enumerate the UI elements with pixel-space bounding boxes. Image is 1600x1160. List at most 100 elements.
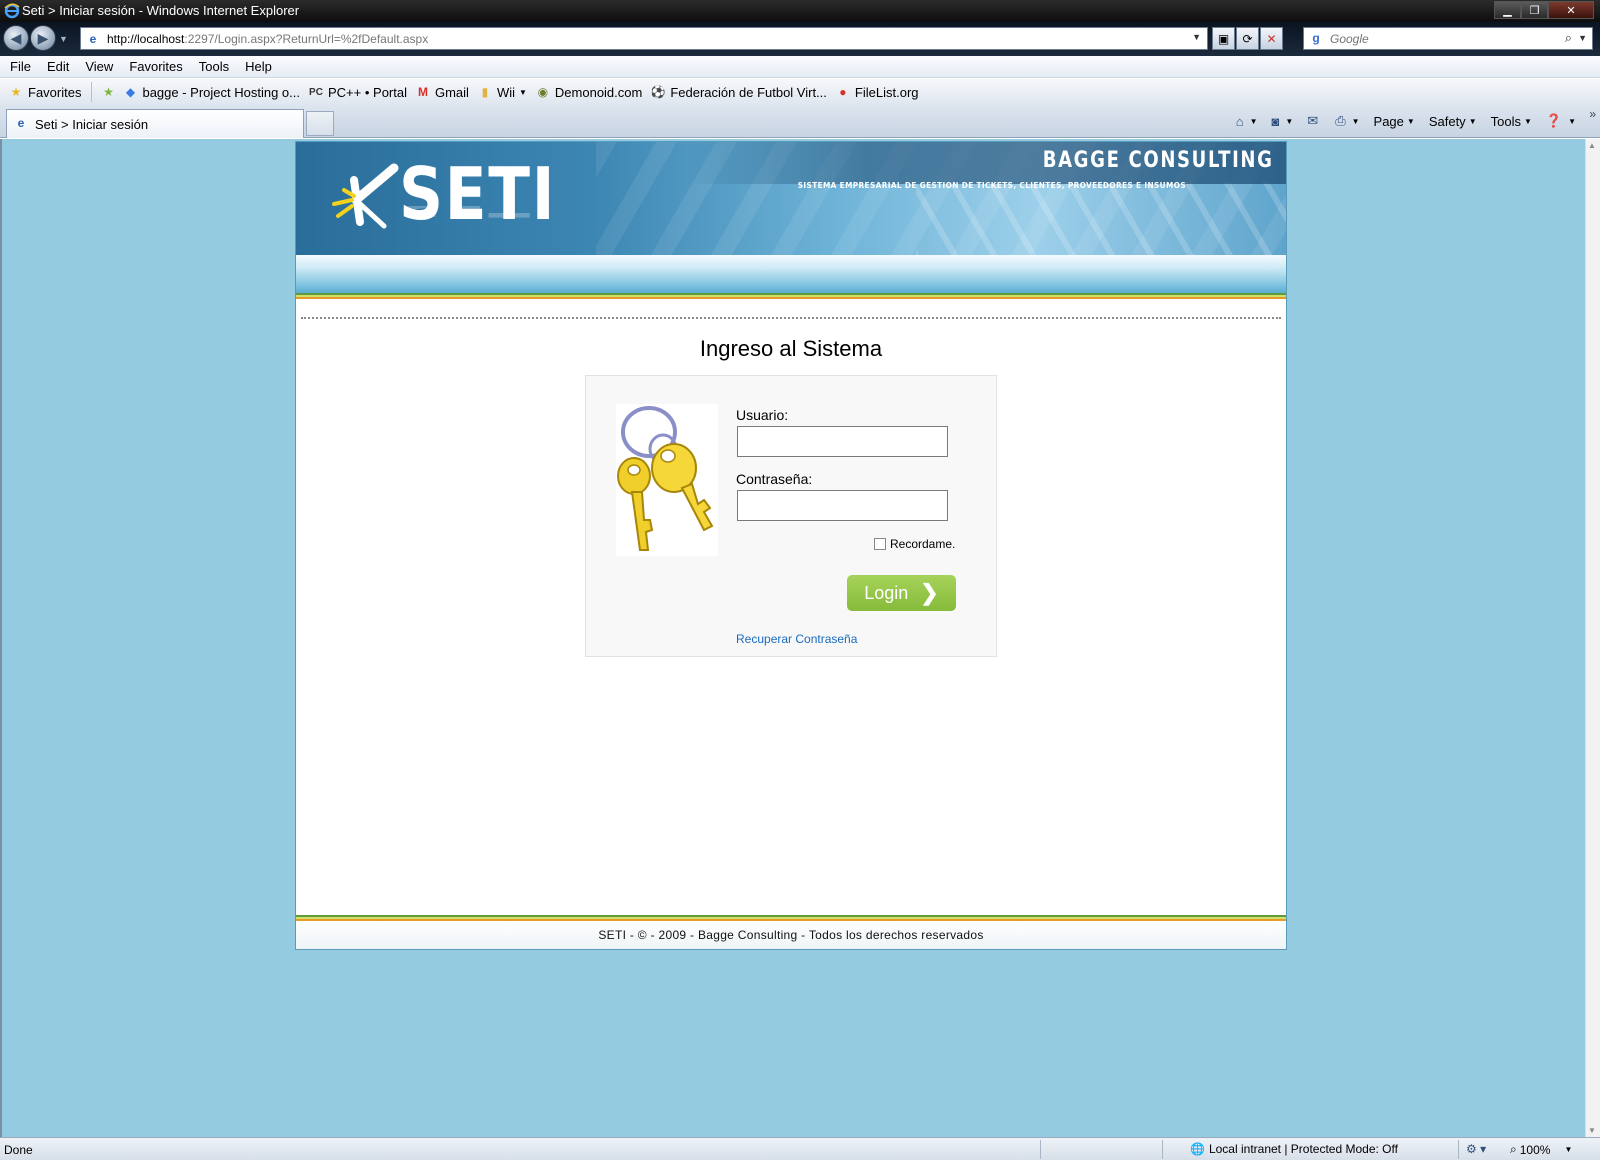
scroll-down-icon[interactable]: ▼: [1588, 1126, 1596, 1135]
google-code-icon: ◆: [125, 85, 136, 99]
menu-bar: File Edit View Favorites Tools Help: [0, 56, 1600, 78]
favorite-link-demonoid[interactable]: ◉ Demonoid.com: [535, 84, 643, 100]
password-input[interactable]: [737, 490, 948, 521]
home-button[interactable]: ⌂ ▼: [1236, 114, 1258, 129]
help-icon: ❓: [1545, 113, 1563, 128]
tools-menu-button[interactable]: Tools ▼: [1491, 114, 1532, 129]
window-title-bar: Seti > Iniciar sesión - Windows Internet…: [0, 0, 1600, 22]
favorite-link-filelist[interactable]: ● FileList.org: [835, 84, 918, 100]
keys-icon: [616, 404, 718, 556]
favorite-link-pc[interactable]: PC PC++ • Portal: [308, 84, 407, 100]
zoom-level[interactable]: ⌕ 100% ▼: [1510, 1142, 1572, 1157]
tab-row: e Seti > Iniciar sesión ⌂ ▼ ◙ ▼ ✉ ⎙ ▼ Page ▼…: [0, 105, 1600, 138]
favorite-link-gmail[interactable]: M Gmail: [415, 84, 469, 100]
search-options-dropdown-icon[interactable]: ▼: [1578, 33, 1587, 43]
minimize-button[interactable]: ▁: [1494, 1, 1521, 19]
username-input[interactable]: [737, 426, 948, 457]
status-bar: Done 🌐 Local intranet | Protected Mode: …: [0, 1137, 1600, 1160]
remember-me-label: Recordame.: [890, 537, 956, 551]
menu-tools[interactable]: Tools: [199, 59, 229, 74]
address-row: ◀ ▶ ▼ e http://localhost:2297/Login.aspx…: [0, 22, 1600, 56]
chevron-down-icon: ▼: [1351, 116, 1360, 126]
favorites-button[interactable]: ★ Favorites: [8, 84, 82, 100]
scroll-up-icon[interactable]: ▲: [1588, 141, 1596, 150]
page-icon: e: [17, 116, 25, 130]
safety-menu-button[interactable]: Safety ▼: [1429, 114, 1477, 129]
menu-help[interactable]: Help: [245, 59, 272, 74]
address-bar[interactable]: e http://localhost:2297/Login.aspx?Retur…: [80, 27, 1208, 50]
username-label: Usuario:: [736, 407, 789, 423]
stop-button[interactable]: ✕: [1260, 27, 1283, 50]
search-box[interactable]: g ⌕ ▼: [1303, 27, 1593, 50]
new-tab-button[interactable]: [306, 111, 334, 136]
menu-favorites[interactable]: Favorites: [129, 59, 182, 74]
chevron-down-icon: ▼: [1564, 1145, 1573, 1154]
chevron-down-icon: ▼: [1406, 116, 1415, 126]
divider: [1162, 1140, 1163, 1159]
security-zone[interactable]: 🌐 Local intranet | Protected Mode: Off: [1190, 1142, 1398, 1156]
recover-password-link[interactable]: Recuperar Contraseña: [736, 632, 857, 646]
search-icon[interactable]: ⌕: [1565, 30, 1572, 46]
favorites-bar: ★ Favorites ★ ◆ bagge - Project Hosting …: [0, 79, 1600, 105]
vertical-scrollbar[interactable]: ▲ ▼: [1585, 139, 1600, 1137]
forward-button[interactable]: ▶: [30, 25, 56, 51]
remember-me-checkbox[interactable]: [874, 538, 886, 550]
favorite-label: Federación de Futbol Virt...: [670, 84, 827, 100]
tab-label: Seti > Iniciar sesión: [35, 116, 149, 132]
back-button[interactable]: ◀: [3, 25, 29, 51]
star-icon: ★: [10, 85, 22, 99]
recent-pages-dropdown[interactable]: ▼: [59, 34, 68, 44]
maximize-button[interactable]: ❐: [1521, 1, 1548, 19]
address-dropdown-icon[interactable]: ▼: [1192, 32, 1201, 42]
password-label: Contraseña:: [736, 471, 813, 487]
favorite-link-bagge[interactable]: ◆ bagge - Project Hosting o...: [122, 84, 300, 100]
header-stripe: [296, 293, 1286, 299]
filelist-icon: ●: [839, 85, 847, 99]
menu-edit[interactable]: Edit: [47, 59, 69, 74]
menu-file[interactable]: File: [10, 59, 31, 74]
navigation-band: [296, 255, 1286, 293]
divider: [301, 317, 1281, 319]
page-icon: e: [89, 31, 97, 46]
chevron-down-icon: ▼: [1285, 116, 1294, 126]
favorite-label: Demonoid.com: [554, 84, 643, 100]
rss-feed-icon: ◙: [1271, 113, 1280, 129]
favorite-folder-wii[interactable]: ▮ Wii ▼: [477, 84, 527, 100]
tagline: SISTEMA EMPRESARIAL DE GESTION DE TICKET…: [797, 181, 1186, 190]
status-text: Done: [4, 1143, 33, 1157]
login-button-label: Login: [864, 582, 909, 603]
print-button[interactable]: ⎙ ▼: [1335, 113, 1359, 129]
page-container: SETI SETI BAGGE CONSULTING SISTEMA EMPRE…: [295, 141, 1287, 950]
favorite-label: Gmail: [434, 84, 469, 100]
refresh-icon: ⟳: [1242, 31, 1253, 46]
refresh-button[interactable]: ⟳: [1236, 27, 1259, 50]
seti-logo-reflection: SETI: [399, 206, 556, 224]
feeds-button[interactable]: ◙ ▼: [1272, 114, 1294, 129]
safety-menu-label: Safety: [1428, 113, 1466, 129]
forward-arrow-icon: ▶: [37, 29, 49, 46]
demonoid-icon: ◉: [537, 85, 549, 99]
page-menu-button[interactable]: Page ▼: [1374, 114, 1415, 129]
search-input[interactable]: [1330, 31, 1560, 46]
stop-icon: ✕: [1266, 31, 1277, 46]
address-url[interactable]: http://localhost:2297/Login.aspx?ReturnU…: [107, 32, 428, 46]
close-window-button[interactable]: ✕: [1548, 1, 1594, 19]
help-button[interactable]: ❓ ▼: [1546, 113, 1576, 129]
tab-seti-login[interactable]: e Seti > Iniciar sesión: [6, 109, 304, 138]
window-title: Seti > Iniciar sesión - Windows Internet…: [22, 3, 300, 18]
google-icon: g: [1312, 30, 1320, 45]
tools-menu-label: Tools: [1490, 113, 1521, 129]
menu-view[interactable]: View: [85, 59, 113, 74]
login-button[interactable]: Login ❯: [847, 575, 956, 611]
protected-mode-icon[interactable]: ⚙ ▾: [1466, 1142, 1486, 1156]
more-commands-icon[interactable]: »: [1589, 107, 1596, 121]
seti-logo-mark-icon: [332, 163, 399, 229]
magnifier-icon: ⌕: [1510, 1142, 1517, 1156]
favorite-link-federacion[interactable]: ⚽ Federación de Futbol Virt...: [650, 84, 827, 100]
remember-me[interactable]: Recordame.: [874, 537, 955, 551]
back-arrow-icon: ◀: [10, 29, 22, 46]
compatibility-view-button[interactable]: ▣: [1212, 27, 1235, 50]
add-favorite-button[interactable]: ★: [100, 84, 120, 100]
read-mail-button[interactable]: ✉: [1307, 113, 1321, 129]
favorite-label: PC++ • Portal: [328, 84, 407, 100]
